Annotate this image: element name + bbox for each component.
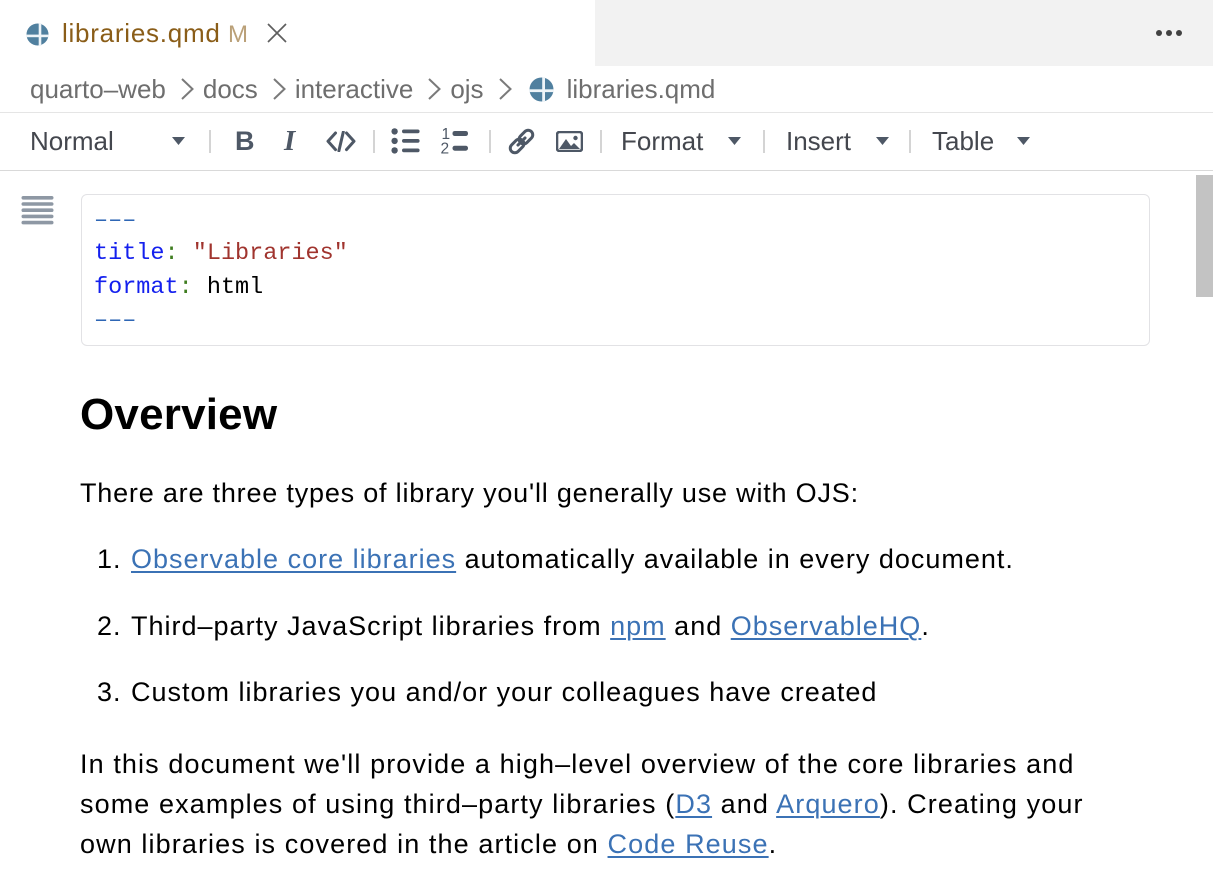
svg-text:2: 2 — [441, 141, 450, 157]
